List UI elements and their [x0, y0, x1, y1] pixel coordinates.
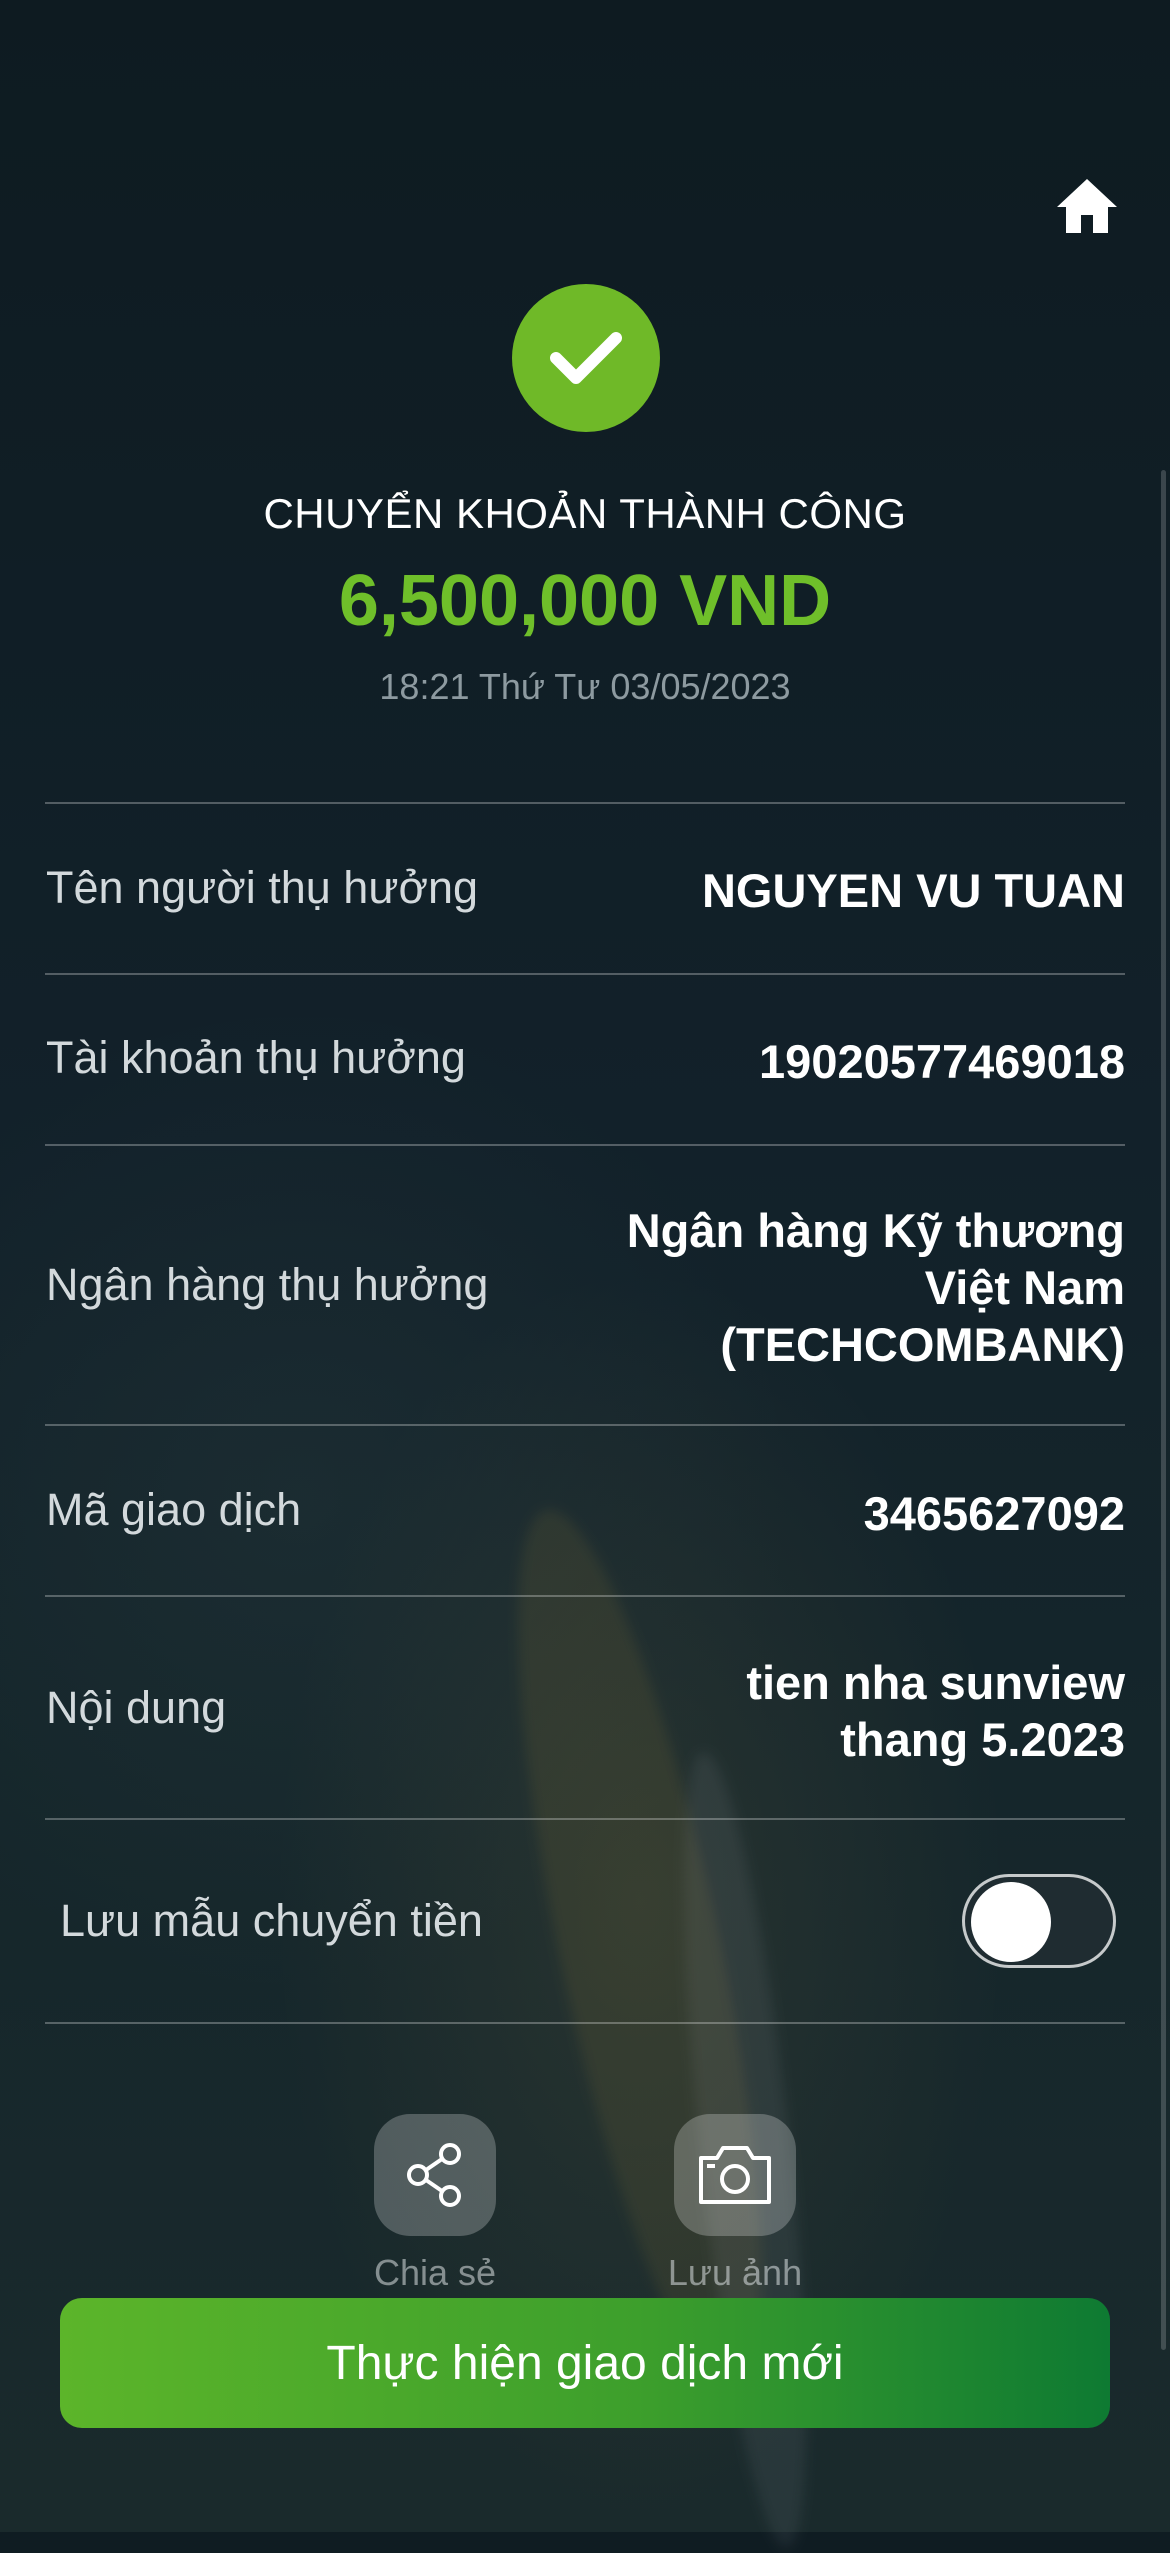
transaction-id-label: Mã giao dịch — [46, 1484, 302, 1535]
transfer-content-value: tien nha sunview thang 5.2023 — [505, 1654, 1125, 1768]
divider — [45, 2022, 1125, 2024]
share-button[interactable] — [374, 2114, 496, 2236]
transaction-id-value: 3465627092 — [863, 1487, 1125, 1540]
transfer-timestamp: 18:21 Thứ Tư 03/05/2023 — [379, 666, 791, 707]
transfer-content-line: thang 5.2023 — [840, 1713, 1125, 1766]
divider — [45, 1595, 1125, 1597]
transfer-result-screen: CHUYỂN KHOẢN THÀNH CÔNG 6,500,000 VND 18… — [0, 0, 1170, 2532]
check-icon — [550, 332, 622, 384]
beneficiary-bank-label: Ngân hàng thụ hưởng — [46, 1259, 489, 1310]
beneficiary-name-value: NGUYEN VU TUAN — [701, 864, 1125, 917]
save-template-toggle[interactable] — [962, 1874, 1116, 1968]
divider — [45, 1424, 1125, 1426]
divider — [45, 802, 1125, 804]
transfer-content-label: Nội dung — [46, 1682, 227, 1733]
share-icon — [407, 2143, 461, 2207]
save-image-button[interactable] — [674, 2114, 796, 2236]
new-transaction-button[interactable]: Thực hiện giao dịch mới — [60, 2298, 1110, 2428]
share-label: Chia sẻ — [373, 2252, 497, 2288]
camera-icon — [699, 2146, 771, 2204]
beneficiary-account-value: 19020577469018 — [759, 1035, 1125, 1088]
beneficiary-bank-value: Ngân hàng Kỹ thương Việt Nam (TECHCOMBAN… — [505, 1202, 1125, 1373]
scrollbar[interactable] — [1161, 470, 1166, 2350]
divider — [45, 1144, 1125, 1146]
beneficiary-account-label: Tài khoản thụ hưởng — [46, 1032, 466, 1083]
save-template-label: Lưu mẫu chuyển tiền — [60, 1895, 483, 1946]
success-badge — [512, 284, 660, 432]
save-image-label: Lưu ảnh — [667, 2252, 803, 2288]
toggle-knob — [971, 1882, 1051, 1962]
home-button[interactable] — [1055, 175, 1119, 235]
beneficiary-name-label: Tên người thụ hưởng — [46, 862, 479, 913]
transfer-content-line: tien nha sunview — [746, 1656, 1125, 1709]
status-title: CHUYỂN KHOẢN THÀNH CÔNG — [263, 490, 907, 537]
bank-name-line: Ngân hàng Kỹ thương — [626, 1204, 1125, 1257]
divider — [45, 973, 1125, 975]
home-icon — [1057, 179, 1117, 233]
bank-name-line: (TECHCOMBANK) — [720, 1318, 1125, 1371]
transfer-amount: 6,500,000 VND — [338, 561, 832, 641]
bank-name-line: Việt Nam — [924, 1261, 1125, 1314]
divider — [45, 1818, 1125, 1820]
